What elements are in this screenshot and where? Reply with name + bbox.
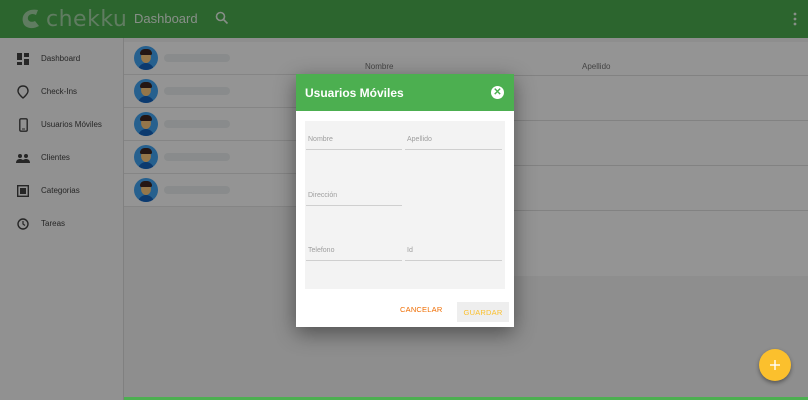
dialog-header: Usuarios Móviles ✕ — [296, 74, 514, 111]
nombre-label: Nombre — [308, 136, 333, 143]
id-label: Id — [407, 247, 413, 254]
cancel-button[interactable]: CANCELAR — [400, 305, 442, 314]
close-icon[interactable]: ✕ — [491, 86, 504, 99]
dialog-actions: CANCELAR GUARDAR — [296, 297, 514, 327]
plus-icon — [770, 360, 780, 370]
dialog-form: Nombre Apellido Dirección Telefono Id — [305, 121, 505, 289]
telefono-field[interactable]: Telefono — [306, 243, 402, 261]
user-dialog: Usuarios Móviles ✕ Nombre Apellido Direc… — [296, 74, 514, 327]
add-button[interactable] — [759, 349, 791, 381]
telefono-label: Telefono — [308, 247, 335, 254]
direccion-field[interactable]: Dirección — [306, 188, 402, 206]
save-button[interactable]: GUARDAR — [457, 302, 509, 322]
apellido-label: Apellido — [407, 136, 432, 143]
direccion-label: Dirección — [308, 192, 338, 199]
id-field[interactable]: Id — [405, 243, 502, 261]
nombre-field[interactable]: Nombre — [306, 132, 402, 150]
dialog-title: Usuarios Móviles — [305, 86, 404, 100]
apellido-field[interactable]: Apellido — [405, 132, 502, 150]
